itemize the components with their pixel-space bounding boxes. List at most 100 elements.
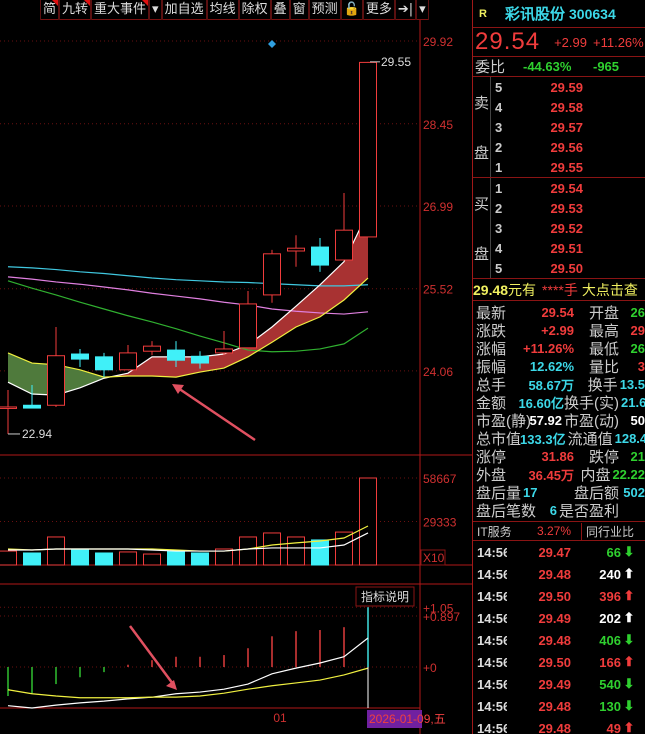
- band-fill: [80, 369, 104, 388]
- volume-bar: [71, 549, 89, 566]
- stat-value: 29.54: [541, 304, 574, 320]
- order-price: 29.59: [550, 79, 583, 95]
- candle-down: [23, 404, 41, 409]
- stat-label: 涨幅: [476, 340, 507, 358]
- toolbar-button[interactable]: ➔|: [394, 0, 417, 20]
- stat-label-2: 换手(实): [564, 394, 619, 412]
- toolbar-button[interactable]: 🔓: [340, 0, 363, 20]
- toolbar-button[interactable]: 重大事件: [91, 0, 150, 20]
- stat-value: 36.45万: [528, 467, 574, 483]
- stat-row: 盘后量 17 盘后额 502: [476, 483, 645, 502]
- toolbar-button[interactable]: 叠: [270, 0, 290, 20]
- high-label: 29.55: [381, 55, 411, 69]
- buy-level-row[interactable]: 2 29.53: [491, 198, 645, 218]
- volume-bar: [239, 536, 257, 566]
- candle-up: [335, 229, 353, 261]
- x-axis-label: 01: [273, 711, 287, 725]
- candle-up: [239, 303, 257, 349]
- industry-row[interactable]: IT服务 3.27% 同行业比: [473, 522, 645, 541]
- order-price: 29.58: [550, 99, 583, 115]
- sell-level-row[interactable]: 5 29.59: [491, 77, 645, 97]
- buy-level-row[interactable]: 1 29.54: [491, 178, 645, 198]
- order-price: 29.57: [550, 119, 583, 135]
- kline-chart[interactable]: 29.92 28.45 26.99 25.52 24.06 29.55 22.94 58667…: [0, 0, 472, 734]
- stat-value: +11.26%: [523, 340, 574, 356]
- toolbar-button[interactable]: 九转: [59, 0, 92, 20]
- price-axis-label: 28.45: [423, 118, 453, 132]
- tick-price: 29.50: [538, 588, 571, 604]
- tick-time: 14:56: [477, 632, 507, 648]
- tick-row: 14:56 29.50 396 ⬆: [473, 585, 645, 607]
- stat-value: 16.60亿: [518, 395, 564, 411]
- stat-label: 盘后笔数: [476, 502, 537, 520]
- volume-bar: [287, 536, 305, 566]
- weibi-pct: -44.63%: [523, 59, 572, 74]
- tick-row: 14:56 29.50 166 ⬆: [473, 651, 645, 673]
- stock-code: 300634: [569, 5, 616, 22]
- buy-level-row[interactable]: 4 29.51: [491, 238, 645, 258]
- toolbar-button[interactable]: 除权: [238, 0, 271, 20]
- stat-value-2: 22.22: [612, 466, 645, 482]
- big-order-notice[interactable]: 29.48 元有 ****手 大点击查: [473, 279, 645, 301]
- stat-label: 金额: [476, 394, 507, 412]
- toolbar-button[interactable]: 预测: [308, 0, 341, 20]
- volume-bar: [95, 552, 113, 566]
- level: 3: [495, 220, 503, 236]
- sell-level-row[interactable]: 3 29.57: [491, 117, 645, 137]
- sell-level-row[interactable]: 2 29.56: [491, 137, 645, 157]
- price-axis-label: 26.99: [423, 200, 453, 214]
- toolbar-button[interactable]: 加自选: [161, 0, 207, 20]
- tick-list[interactable]: 14:56 29.47 66 ⬇ 14:56 29.48 240 ⬆ 14:56 29.50 396…: [473, 541, 645, 734]
- stat-label-2: 内盘: [580, 466, 611, 484]
- tick-volume: 49: [606, 720, 621, 734]
- buy-label-2: 盘: [473, 245, 489, 263]
- weibi-label: 委比: [475, 59, 506, 76]
- volume-bar: [23, 552, 41, 566]
- tick-time: 14:56: [477, 588, 507, 604]
- toolbar-button[interactable]: 简: [40, 0, 60, 20]
- stat-value-2: 21: [630, 448, 645, 464]
- cursor-date-label: 2026-01-09,五: [369, 712, 446, 726]
- stat-label-2: 跌停: [588, 448, 619, 466]
- indicator-help-label[interactable]: 指标说明: [361, 589, 409, 604]
- tick-time: 14:56: [477, 654, 507, 670]
- badge: R: [479, 7, 487, 20]
- tick-volume: 540: [599, 676, 621, 692]
- stat-label-2: 盘后额: [573, 484, 619, 502]
- stat-value: 6: [549, 502, 557, 518]
- stat-label-2: 流通值: [567, 430, 613, 448]
- toolbar-button[interactable]: ▾: [149, 0, 162, 20]
- stat-row: 总市值 133.3亿 流通值 128.4: [476, 429, 645, 448]
- tick-price: 29.50: [538, 654, 571, 670]
- candle-up: [119, 352, 137, 371]
- buy-level-row[interactable]: 3 29.52: [491, 218, 645, 238]
- stat-value-2: 502: [623, 484, 645, 500]
- tick-row: 14:56 29.49 202 ⬆: [473, 607, 645, 629]
- tick-row: 14:56 29.49 540 ⬇: [473, 673, 645, 695]
- arrow-down-icon: ⬇: [623, 698, 635, 713]
- toolbar-button[interactable]: ▾: [416, 0, 429, 20]
- tick-volume: 202: [599, 610, 621, 626]
- toolbar-button[interactable]: 均线: [206, 0, 239, 20]
- industry-compare[interactable]: 同行业比: [581, 522, 634, 540]
- arrow-up-icon: ⬆: [623, 654, 635, 669]
- price-axis-label: 24.06: [423, 365, 453, 379]
- buy-level-row[interactable]: 5 29.50: [491, 258, 645, 278]
- notice-action[interactable]: 大点击查: [582, 280, 638, 300]
- arrow-up-icon: ⬆: [623, 610, 635, 625]
- level: 4: [495, 240, 503, 256]
- weibi-row: 委比 -44.63% -965: [473, 57, 645, 77]
- stat-value-2: 13.5: [619, 376, 645, 392]
- tick-volume: 240: [599, 566, 621, 582]
- arrow-up-icon: ⬆: [623, 720, 635, 734]
- stat-label: 最新: [476, 304, 507, 322]
- toolbar-button[interactable]: 窗: [289, 0, 309, 20]
- sell-level-row[interactable]: 4 29.58: [491, 97, 645, 117]
- notice-unit: 元有: [508, 281, 537, 298]
- toolbar-button[interactable]: 更多: [362, 0, 395, 20]
- sell-level-row[interactable]: 1 29.55: [491, 157, 645, 177]
- last-price: 29.54: [475, 28, 541, 55]
- tick-price: 29.47: [538, 544, 571, 560]
- stat-value: 31.86: [541, 448, 574, 464]
- stat-row: 金额 16.60亿 换手(实) 21.6: [476, 393, 645, 412]
